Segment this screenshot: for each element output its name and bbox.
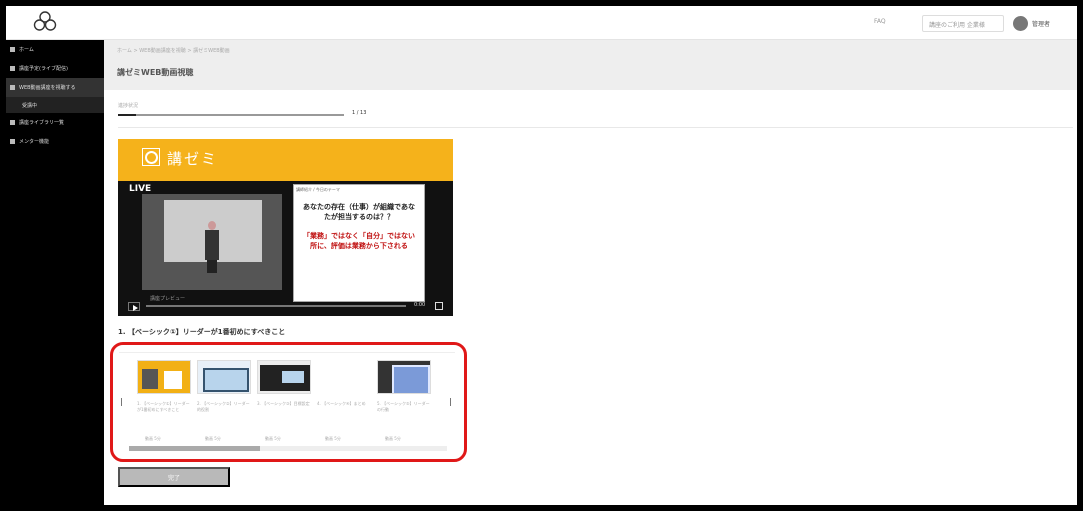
mentor-icon: [10, 139, 15, 144]
chevron-left-icon[interactable]: [121, 398, 127, 406]
avatar: [1013, 16, 1028, 31]
video-player[interactable]: 講ゼミ LIVE 講師紹介 / 今日のテーマ あなたの存在（仕事）が組織であなた…: [118, 139, 453, 316]
live-label: LIVE: [129, 184, 152, 194]
seek-bar[interactable]: [146, 305, 406, 307]
slide-header: 講師紹介 / 今日のテーマ: [296, 187, 340, 192]
app-header: FAQ 講座のご利用 企業様 管理者: [6, 6, 1077, 40]
lesson-carousel: 1. 【ベーシック①】リーダーが1番初めにすべきこと 動画 5分 2. 【ベーシ…: [119, 352, 455, 451]
service-select[interactable]: 講座のご利用 企業様: [922, 15, 1004, 32]
progress-label: 進捗状況: [118, 103, 139, 109]
chevron-right-icon[interactable]: [445, 398, 451, 406]
lesson-card-title: 1. 【ベーシック①】リーダーが1番初めにすべきこと: [137, 401, 190, 412]
complete-button[interactable]: 完了: [118, 467, 230, 487]
lesson-thumbnail[interactable]: [317, 360, 371, 394]
page-title: 講ゼミWEB動画視聴: [117, 68, 194, 77]
sidebar: ホーム 講座予定(ライブ配信) WEB動画講座を視聴する 受講中 講座ライブラリ…: [6, 40, 104, 505]
brand-logo-icon[interactable]: [32, 10, 58, 36]
play-icon[interactable]: [128, 302, 140, 311]
main-content: ホーム > WEB動画講座を視聴 > 講ゼミWEB動画 講ゼミWEB動画視聴 進…: [104, 40, 1077, 505]
sidebar-item-label: 講座予定(ライブ配信): [19, 66, 68, 72]
progress-section: 進捗状況 1 / 13: [118, 98, 1073, 128]
title-band: ホーム > WEB動画講座を視聴 > 講ゼミWEB動画 講ゼミWEB動画視聴: [104, 40, 1077, 90]
brand-mark-icon: [142, 148, 160, 166]
breadcrumb[interactable]: ホーム > WEB動画講座を視聴 > 講ゼミWEB動画: [117, 47, 230, 54]
sidebar-item-label: WEB動画講座を視聴する: [19, 85, 76, 91]
library-icon: [10, 120, 15, 125]
lesson-thumbnail[interactable]: [377, 360, 431, 394]
calendar-icon: [10, 66, 15, 71]
sidebar-item-label: ホーム: [19, 47, 34, 53]
user-name: 管理者: [1032, 21, 1051, 28]
presentation-slide: 講師紹介 / 今日のテーマ あなたの存在（仕事）が組織であなたが担当するのは？？…: [293, 184, 425, 302]
lesson-card[interactable]: 3. 【ベーシック③】目標設定 動画 5分: [257, 360, 313, 441]
lesson-thumbnail[interactable]: [257, 360, 311, 394]
user-menu[interactable]: 管理者: [1013, 15, 1050, 32]
home-icon: [10, 47, 15, 52]
sidebar-item-web-video[interactable]: WEB動画講座を視聴する: [6, 78, 104, 97]
speaker-figure: [205, 221, 219, 273]
lesson-card-meta: 動画 5分: [385, 436, 401, 441]
lesson-card-meta: 動画 5分: [145, 436, 161, 441]
speaker-scene: [142, 194, 282, 290]
lesson-card-meta: 動画 5分: [325, 436, 341, 441]
lesson-card-title: 4. 【ベーシック④】まとめ: [317, 401, 366, 406]
sidebar-item-live-schedule[interactable]: 講座予定(ライブ配信): [6, 59, 104, 78]
sidebar-item-label: 講座ライブラリ一覧: [19, 120, 65, 126]
lesson-card[interactable]: 1. 【ベーシック①】リーダーが1番初めにすべきこと 動画 5分: [137, 360, 193, 441]
sidebar-item-mentor[interactable]: メンター機能: [6, 132, 104, 151]
sidebar-item-label: 受講中: [22, 102, 38, 109]
video-icon: [10, 85, 15, 90]
lesson-card[interactable]: 5. 【ベーシック⑤】リーダーの行動 動画 5分: [377, 360, 433, 441]
fullscreen-icon[interactable]: [435, 302, 443, 310]
progress-bar: [118, 114, 344, 116]
lesson-card[interactable]: 4. 【ベーシック④】まとめ 動画 5分: [317, 360, 373, 441]
scrollbar-thumb[interactable]: [129, 446, 260, 451]
lesson-thumbnail[interactable]: [137, 360, 191, 394]
video-brand-header: 講ゼミ: [118, 139, 453, 181]
slide-question: あなたの存在（仕事）が組織であなたが担当するのは？？: [303, 203, 415, 221]
lesson-card-meta: 動画 5分: [265, 436, 281, 441]
sidebar-subitem-in-progress[interactable]: 受講中: [6, 97, 104, 113]
video-time: 0:00: [414, 302, 426, 308]
slide-answer: 「業務」ではなく「自分」ではない所に、評価は業務から下される: [303, 232, 415, 250]
lesson-card-title: 2. 【ベーシック②】リーダー的役割: [197, 401, 250, 412]
video-brand-text: 講ゼミ: [167, 150, 219, 168]
lesson-card[interactable]: 2. 【ベーシック②】リーダー的役割 動画 5分: [197, 360, 253, 441]
faq-link[interactable]: FAQ: [874, 18, 886, 25]
sidebar-item-library[interactable]: 講座ライブラリ一覧: [6, 113, 104, 132]
lesson-card-title: 3. 【ベーシック③】目標設定: [257, 401, 310, 406]
lesson-card-title: 5. 【ベーシック⑤】リーダーの行動: [377, 401, 430, 412]
lesson-title: 1. 【ベーシック①】リーダーが1番初めにすべきこと: [118, 328, 286, 336]
progress-fill: [118, 114, 137, 116]
lesson-card-meta: 動画 5分: [205, 436, 221, 441]
progress-count: 1 / 13: [352, 110, 367, 116]
video-caption: 講座プレビュー: [150, 296, 186, 302]
carousel-scrollbar[interactable]: [129, 446, 447, 451]
sidebar-item-label: メンター機能: [19, 139, 50, 145]
sidebar-item-home[interactable]: ホーム: [6, 40, 104, 59]
video-controls: 講座プレビュー 0:00: [118, 295, 453, 316]
lesson-thumbnail[interactable]: [197, 360, 251, 394]
